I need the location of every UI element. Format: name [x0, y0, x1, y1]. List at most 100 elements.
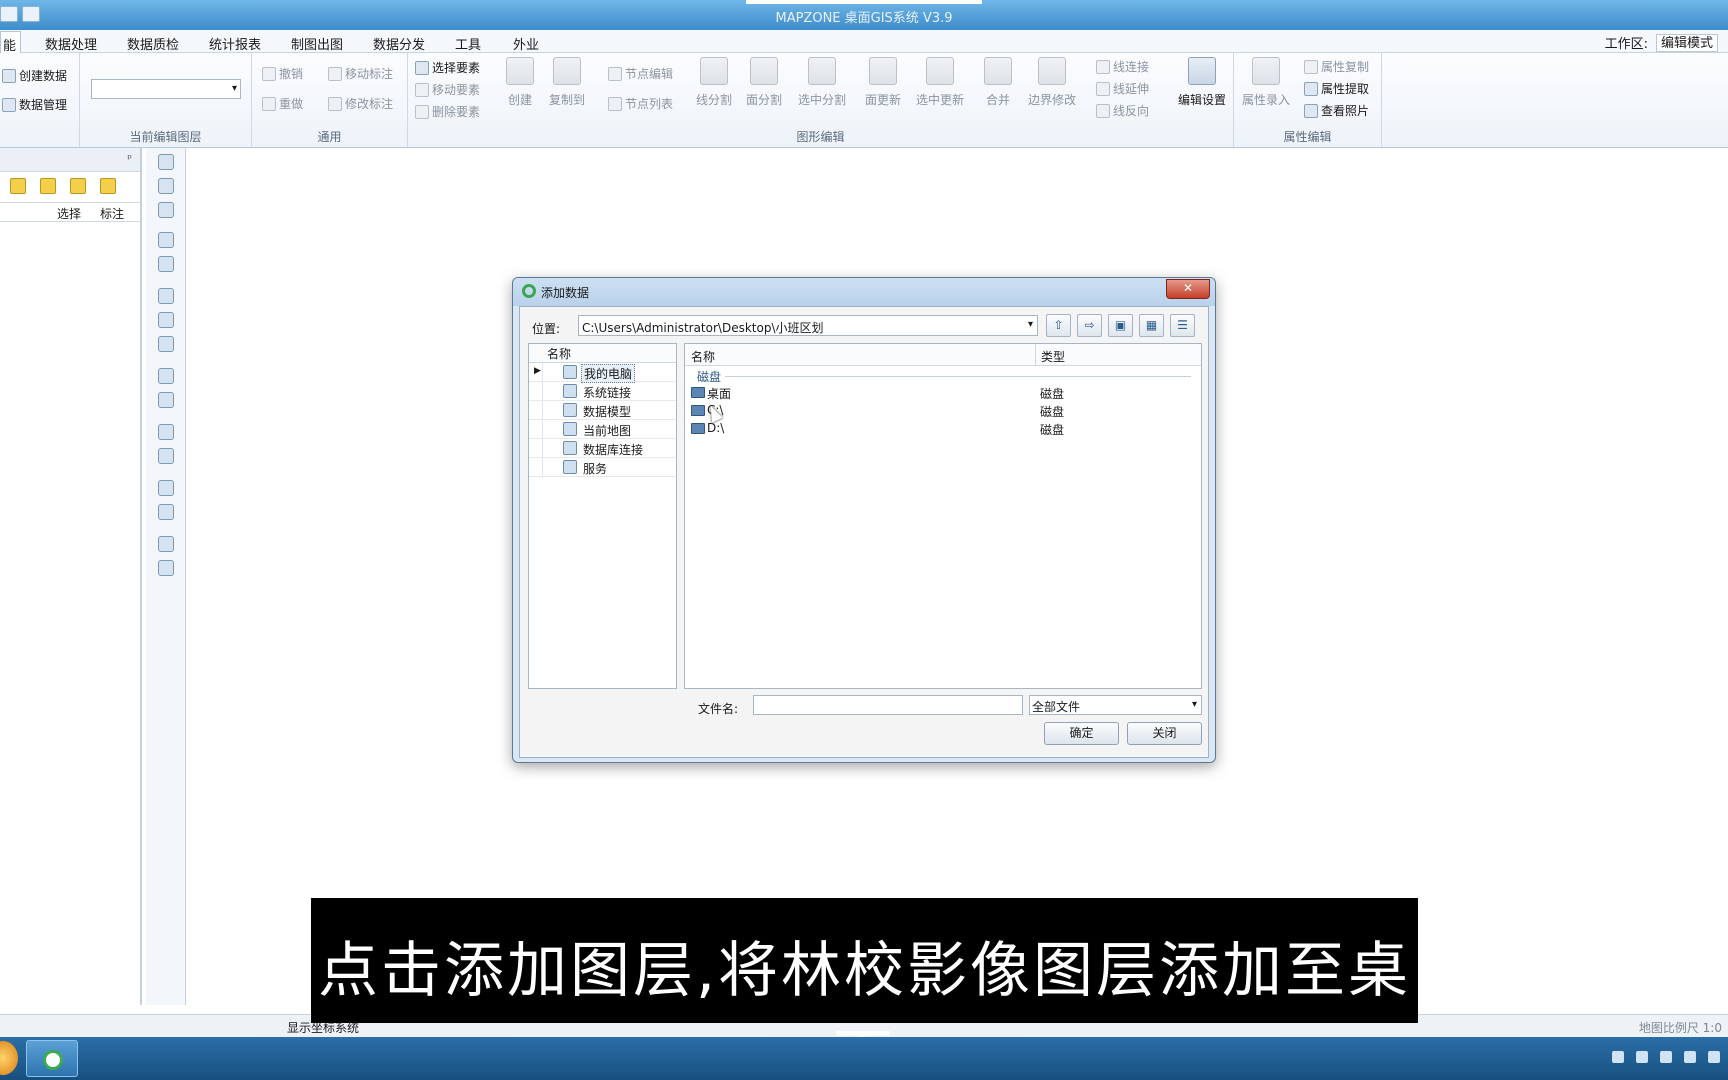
- zoom-window-icon[interactable]: [158, 312, 174, 328]
- move-icon[interactable]: [158, 178, 174, 194]
- layer-tool-icon-1[interactable]: [10, 178, 26, 194]
- select-split-button[interactable]: 选中分割: [792, 57, 852, 108]
- location-icon[interactable]: [158, 480, 174, 496]
- filename-input[interactable]: [753, 695, 1023, 715]
- select-update-icon: [926, 57, 954, 85]
- tree-item-services[interactable]: 服务: [529, 458, 676, 477]
- data-manage-button[interactable]: 数据管理: [2, 96, 67, 113]
- dialog-body: 位置: C:\Users\Administrator\Desktop\小班区划 …: [519, 306, 1209, 758]
- tray-app-icon[interactable]: [1636, 1051, 1648, 1063]
- pointer-icon[interactable]: [158, 232, 174, 248]
- layer-tool-icon-2[interactable]: [40, 178, 56, 194]
- line-extend-button[interactable]: 线延伸: [1096, 80, 1149, 97]
- ribbon-group-edit-layer: ▾ 当前编辑图层: [80, 53, 252, 147]
- edit-label-button[interactable]: 修改标注: [328, 95, 393, 112]
- node-list-button[interactable]: 节点列表: [608, 95, 673, 112]
- volume-icon[interactable]: [1660, 1051, 1672, 1063]
- forward-button[interactable]: ⇨: [1077, 314, 1102, 337]
- column-type[interactable]: 类型: [1041, 348, 1065, 365]
- attr-input-button[interactable]: 属性录入: [1238, 57, 1294, 108]
- pin-icon[interactable]: ᵖ: [127, 152, 132, 165]
- cancel-button[interactable]: 关闭: [1127, 722, 1202, 745]
- app-logo-icon: [522, 284, 536, 298]
- tab-functions[interactable]: 能: [0, 31, 22, 54]
- location-dropdown[interactable]: C:\Users\Administrator\Desktop\小班区划 ▾: [578, 315, 1038, 336]
- tree-item-current-map[interactable]: 当前地图: [529, 420, 676, 439]
- hatch-icon[interactable]: [158, 424, 174, 440]
- ok-button[interactable]: 确定: [1044, 722, 1119, 745]
- tree-item-data-model[interactable]: 数据模型: [529, 401, 676, 420]
- dialog-title-bar: 添加数据 ✕: [513, 278, 1215, 306]
- title-bar-overlay: [746, 0, 982, 4]
- create-button[interactable]: 创建: [494, 57, 546, 108]
- grid-view-button[interactable]: ▦: [1139, 314, 1164, 337]
- table-icon[interactable]: [158, 392, 174, 408]
- pan-hand-icon[interactable]: [158, 154, 174, 170]
- workspace-mode-dropdown[interactable]: 编辑模式: [1655, 33, 1718, 52]
- view-photo-button[interactable]: 查看照片: [1304, 102, 1369, 119]
- thumbnail-view-button[interactable]: ▣: [1108, 314, 1133, 337]
- expand-arrow-icon[interactable]: ▶: [534, 366, 541, 376]
- move-feature-button[interactable]: 移动要素: [415, 81, 480, 98]
- boundary-modify-button[interactable]: 边界修改: [1022, 57, 1082, 108]
- move-label-button[interactable]: 移动标注: [328, 65, 393, 82]
- line-split-icon: [700, 57, 728, 85]
- tab-data-qc[interactable]: 数据质检: [127, 34, 179, 53]
- copy-to-button[interactable]: 复制到: [541, 57, 593, 108]
- layer-tool-icon-4[interactable]: [100, 178, 116, 194]
- node-edit-button[interactable]: 节点编辑: [608, 65, 673, 82]
- up-folder-button[interactable]: ⇧: [1046, 314, 1071, 337]
- layer-tool-icon-3[interactable]: [70, 178, 86, 194]
- zoom-area-icon[interactable]: [158, 504, 174, 520]
- undo-button[interactable]: 撤销: [262, 65, 303, 82]
- tab-reports[interactable]: 统计报表: [209, 34, 261, 53]
- tree-item-system-links[interactable]: 系统链接: [529, 382, 676, 401]
- line-reverse-button[interactable]: 线反向: [1096, 102, 1149, 119]
- data-manage-icon: [2, 97, 16, 112]
- tab-field[interactable]: 外业: [513, 34, 539, 53]
- start-button[interactable]: [0, 1041, 18, 1075]
- edit-settings-button[interactable]: 编辑设置: [1172, 57, 1232, 108]
- ruler-icon[interactable]: [158, 448, 174, 464]
- detail-view-button[interactable]: ☰: [1170, 314, 1195, 337]
- filetype-dropdown[interactable]: 全部文件 ▾: [1029, 695, 1202, 715]
- column-name[interactable]: 名称: [691, 348, 715, 365]
- line-split-button[interactable]: 线分割: [688, 57, 740, 108]
- info-icon[interactable]: [158, 288, 174, 304]
- layer-view-icon[interactable]: [158, 368, 174, 384]
- network-icon[interactable]: [1684, 1051, 1696, 1063]
- attr-extract-button[interactable]: 属性提取: [1304, 80, 1369, 97]
- merge-button[interactable]: 合并: [972, 57, 1024, 108]
- redo-button[interactable]: 重做: [262, 95, 303, 112]
- database-icon: [563, 441, 577, 455]
- list-item[interactable]: 桌面 磁盘: [685, 384, 1201, 402]
- select-feature-button[interactable]: 选择要素: [415, 59, 480, 76]
- select-update-button[interactable]: 选中更新: [910, 57, 970, 108]
- tab-data-distribution[interactable]: 数据分发: [373, 34, 425, 53]
- system-tray: [1612, 1051, 1720, 1063]
- line-connect-button[interactable]: 线连接: [1096, 58, 1149, 75]
- list-item[interactable]: C:\ 磁盘: [685, 402, 1201, 420]
- globe-icon[interactable]: [158, 202, 174, 218]
- measure-icon[interactable]: [158, 536, 174, 552]
- taskbar-app-mapzone[interactable]: [26, 1040, 78, 1077]
- tree-item-database[interactable]: 数据库连接: [529, 439, 676, 458]
- tree-item-my-computer[interactable]: ▶ 我的电脑: [529, 363, 676, 383]
- select-icon[interactable]: [158, 256, 174, 272]
- edit-layer-dropdown[interactable]: ▾: [91, 79, 241, 99]
- flag-icon[interactable]: [1708, 1051, 1720, 1063]
- create-data-button[interactable]: 创建数据: [2, 67, 67, 84]
- area-icon[interactable]: [158, 560, 174, 576]
- attr-copy-button[interactable]: 属性复制: [1304, 58, 1369, 75]
- tab-tools[interactable]: 工具: [455, 34, 481, 53]
- close-button[interactable]: ✕: [1166, 279, 1210, 299]
- face-update-button[interactable]: 面更新: [857, 57, 909, 108]
- ribbon-group-general: 撤销 重做 移动标注 修改标注 通用: [252, 53, 408, 147]
- tray-arrow-icon[interactable]: [1612, 1051, 1624, 1063]
- tab-data-processing[interactable]: 数据处理: [45, 34, 97, 53]
- search-icon[interactable]: [158, 336, 174, 352]
- list-item[interactable]: D:\ 磁盘: [685, 420, 1201, 438]
- delete-feature-button[interactable]: 删除要素: [415, 103, 480, 120]
- tab-mapping[interactable]: 制图出图: [291, 34, 343, 53]
- face-split-button[interactable]: 面分割: [738, 57, 790, 108]
